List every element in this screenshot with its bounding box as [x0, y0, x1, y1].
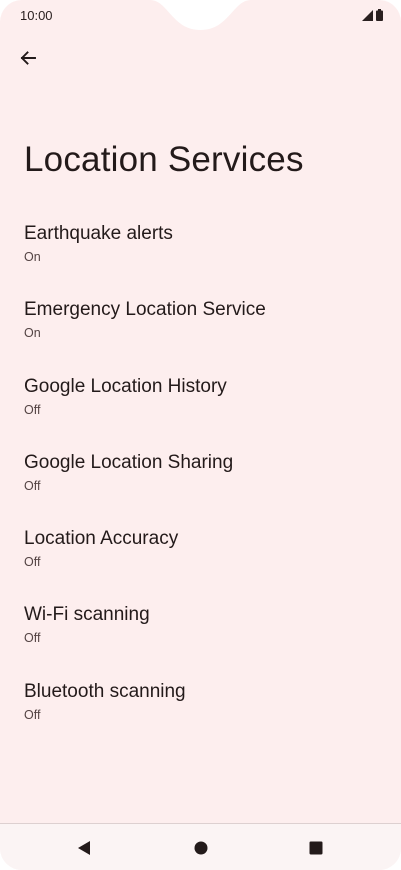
camera-notch: [150, 0, 251, 30]
setting-summary: Off: [24, 631, 41, 646]
back-button[interactable]: [14, 44, 42, 72]
setting-summary: On: [24, 326, 41, 341]
status-icons: [362, 9, 383, 21]
setting-wifi-scanning[interactable]: Wi-Fi scanning Off: [0, 595, 401, 671]
setting-title: Emergency Location Service: [24, 299, 266, 321]
setting-summary: On: [24, 250, 41, 264]
nav-recents-button[interactable]: [305, 837, 327, 859]
setting-google-location-history[interactable]: Google Location History Off: [0, 367, 401, 443]
nav-recents-icon: [309, 841, 323, 855]
setting-earthquake-alerts[interactable]: Earthquake alerts On: [0, 214, 401, 290]
setting-title: Wi-Fi scanning: [24, 604, 150, 626]
setting-bluetooth-scanning[interactable]: Bluetooth scanning Off: [0, 672, 401, 748]
nav-home-button[interactable]: [190, 837, 212, 859]
phone-screen: 10:00 Location Services Earthquake alert…: [0, 0, 401, 870]
setting-google-location-sharing[interactable]: Google Location Sharing Off: [0, 443, 401, 519]
setting-title: Bluetooth scanning: [24, 680, 186, 702]
setting-summary: Off: [24, 478, 41, 493]
battery-icon: [376, 9, 383, 21]
setting-title: Earthquake alerts: [24, 223, 173, 244]
nav-home-icon: [194, 841, 208, 855]
navigation-bar: [0, 823, 401, 870]
settings-list: Earthquake alerts On Emergency Location …: [0, 214, 401, 748]
setting-summary: Off: [24, 707, 41, 722]
setting-location-accuracy[interactable]: Location Accuracy Off: [0, 519, 401, 595]
setting-title: Google Location History: [24, 375, 227, 397]
setting-summary: Off: [24, 555, 41, 570]
page-title: Location Services: [24, 140, 304, 179]
nav-back-icon: [78, 841, 90, 855]
status-time: 10:00: [20, 8, 53, 23]
setting-emergency-location-service[interactable]: Emergency Location Service On: [0, 290, 401, 366]
setting-title: Location Accuracy: [24, 528, 179, 550]
nav-back-button[interactable]: [73, 837, 95, 859]
setting-title: Google Location Sharing: [24, 451, 234, 473]
setting-summary: Off: [24, 402, 41, 417]
signal-icon: [362, 10, 373, 21]
status-bar: 10:00: [0, 0, 401, 32]
back-arrow-icon: [20, 51, 36, 65]
